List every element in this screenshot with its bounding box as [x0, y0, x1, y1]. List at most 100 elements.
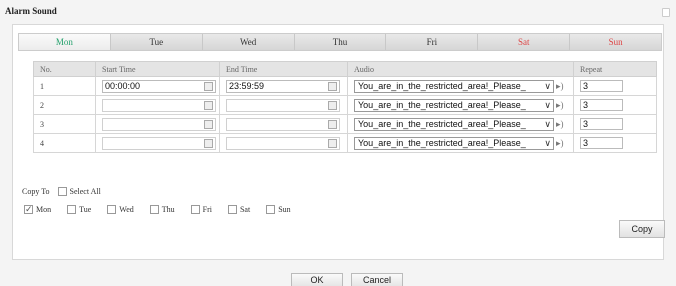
copy-day-item: Sat — [227, 205, 251, 214]
table-row: 4 You_are_in_the_restricted_area!_Please… — [33, 133, 657, 153]
end-time-cell: 23:59:59 — [219, 76, 348, 96]
copy-day-label: Mon — [36, 205, 52, 214]
copy-day-item: Sun — [266, 205, 291, 214]
copy-button[interactable]: Copy — [619, 220, 665, 238]
speaker-icon[interactable]: ▸) — [556, 119, 564, 130]
copy-day-item: Wed — [107, 205, 134, 214]
copy-day-checkbox[interactable] — [190, 205, 200, 214]
copy-day-item: Fri — [190, 205, 212, 214]
repeat-input[interactable]: 3 — [580, 118, 623, 130]
audio-value: You_are_in_the_restricted_area!_Please_ — [358, 99, 526, 110]
start-time-value: 00:00:00 — [105, 80, 141, 91]
header-end-time: End Time — [219, 61, 348, 77]
tab-sat[interactable]: Sat — [478, 34, 571, 50]
end-time-input[interactable]: 23:59:59 — [226, 79, 340, 93]
copy-day-checkbox[interactable] — [67, 205, 77, 214]
chevron-down-icon: ∨ — [543, 80, 551, 92]
tab-tue[interactable]: Tue — [111, 34, 203, 50]
copy-day-checkbox[interactable] — [266, 205, 276, 214]
audio-select[interactable]: You_are_in_the_restricted_area!_Please_ ∨ — [354, 79, 554, 93]
copy-day-label: Sun — [278, 205, 291, 214]
tab-thu[interactable]: Thu — [295, 34, 387, 50]
copy-day-checkbox[interactable] — [24, 204, 33, 215]
tab-sun[interactable]: Sun — [570, 34, 661, 50]
speaker-icon[interactable]: ▸) — [556, 100, 564, 111]
end-time-input[interactable] — [226, 136, 340, 150]
start-time-cell: 00:00:00 — [95, 76, 220, 96]
audio-value: You_are_in_the_restricted_area!_Please_ — [358, 137, 526, 148]
start-time-input[interactable] — [102, 98, 216, 112]
row-no: 2 — [33, 95, 96, 115]
chevron-down-icon: ∨ — [543, 118, 551, 130]
speaker-icon[interactable]: ▸) — [556, 138, 564, 149]
end-time-input[interactable] — [226, 98, 340, 112]
audio-cell: You_are_in_the_restricted_area!_Please_ ∨… — [347, 133, 574, 153]
time-picker-icon[interactable] — [204, 81, 213, 91]
chevron-down-icon: ∨ — [543, 99, 551, 111]
end-time-input[interactable] — [226, 117, 340, 131]
chevron-down-icon: ∨ — [543, 137, 551, 149]
repeat-input[interactable]: 3 — [580, 80, 623, 92]
copy-day-checkbox[interactable] — [227, 205, 237, 214]
start-time-cell — [95, 114, 220, 134]
close-icon[interactable] — [662, 8, 670, 17]
copy-day-label: Tue — [79, 205, 92, 214]
copy-day-item: Tue — [67, 205, 91, 214]
audio-cell: You_are_in_the_restricted_area!_Please_ ∨… — [347, 76, 574, 96]
time-picker-icon[interactable] — [328, 81, 337, 91]
audio-value: You_are_in_the_restricted_area!_Please_ — [358, 80, 526, 91]
copy-days: Mon Tue Wed Thu Fri Sat Sun — [24, 204, 307, 215]
repeat-cell: 3 — [573, 114, 657, 134]
end-time-cell — [219, 95, 348, 115]
speaker-icon[interactable]: ▸) — [556, 81, 564, 92]
end-time-value: 23:59:59 — [229, 80, 265, 91]
cancel-button[interactable]: Cancel — [351, 273, 403, 286]
time-picker-icon[interactable] — [204, 100, 213, 110]
end-time-cell — [219, 114, 348, 134]
start-time-input[interactable] — [102, 117, 216, 131]
start-time-cell — [95, 95, 220, 115]
header-start-time: Start Time — [95, 61, 220, 77]
repeat-value: 3 — [583, 119, 589, 129]
copy-day-checkbox[interactable] — [149, 205, 159, 214]
tab-wed[interactable]: Wed — [203, 34, 295, 50]
header-audio: Audio — [347, 61, 574, 77]
start-time-input[interactable] — [102, 136, 216, 150]
audio-select[interactable]: You_are_in_the_restricted_area!_Please_ ∨ — [354, 98, 554, 112]
alarm-sound-dialog: Alarm Sound Mon Tue Wed Thu Fri Sat Sun … — [0, 0, 676, 286]
audio-cell: You_are_in_the_restricted_area!_Please_ ∨… — [347, 114, 574, 134]
repeat-cell: 3 — [573, 95, 657, 115]
time-picker-icon[interactable] — [328, 100, 337, 110]
row-no: 3 — [33, 114, 96, 134]
audio-cell: You_are_in_the_restricted_area!_Please_ ∨… — [347, 95, 574, 115]
time-picker-icon[interactable] — [328, 119, 337, 129]
audio-select[interactable]: You_are_in_the_restricted_area!_Please_ ∨ — [354, 117, 554, 131]
end-time-cell — [219, 133, 348, 153]
table-row: 2 You_are_in_the_restricted_area!_Please… — [33, 95, 657, 115]
repeat-value: 3 — [583, 100, 589, 110]
time-picker-icon[interactable] — [204, 119, 213, 129]
header-no: No. — [33, 61, 96, 77]
row-no: 1 — [33, 76, 96, 96]
row-no: 4 — [33, 133, 96, 153]
repeat-input[interactable]: 3 — [580, 137, 623, 149]
table-row: 1 00:00:00 23:59:59 You_are_in_the_restr… — [33, 76, 657, 96]
copy-day-item: Mon — [24, 204, 52, 215]
ok-button[interactable]: OK — [291, 273, 343, 286]
select-all-label: Select All — [69, 187, 101, 196]
start-time-input[interactable]: 00:00:00 — [102, 79, 216, 93]
dialog-title: Alarm Sound — [5, 6, 57, 16]
copy-day-label: Wed — [119, 205, 134, 214]
time-picker-icon[interactable] — [328, 138, 337, 148]
repeat-input[interactable]: 3 — [580, 99, 623, 111]
tab-fri[interactable]: Fri — [386, 34, 479, 50]
time-picker-icon[interactable] — [204, 138, 213, 148]
tab-mon[interactable]: Mon — [19, 34, 111, 50]
repeat-value: 3 — [583, 81, 589, 91]
select-all-checkbox[interactable] — [57, 187, 67, 196]
copy-day-label: Fri — [202, 205, 212, 214]
copy-day-label: Sat — [239, 205, 251, 214]
audio-value: You_are_in_the_restricted_area!_Please_ — [358, 118, 526, 129]
copy-day-checkbox[interactable] — [107, 205, 117, 214]
audio-select[interactable]: You_are_in_the_restricted_area!_Please_ ∨ — [354, 136, 554, 150]
